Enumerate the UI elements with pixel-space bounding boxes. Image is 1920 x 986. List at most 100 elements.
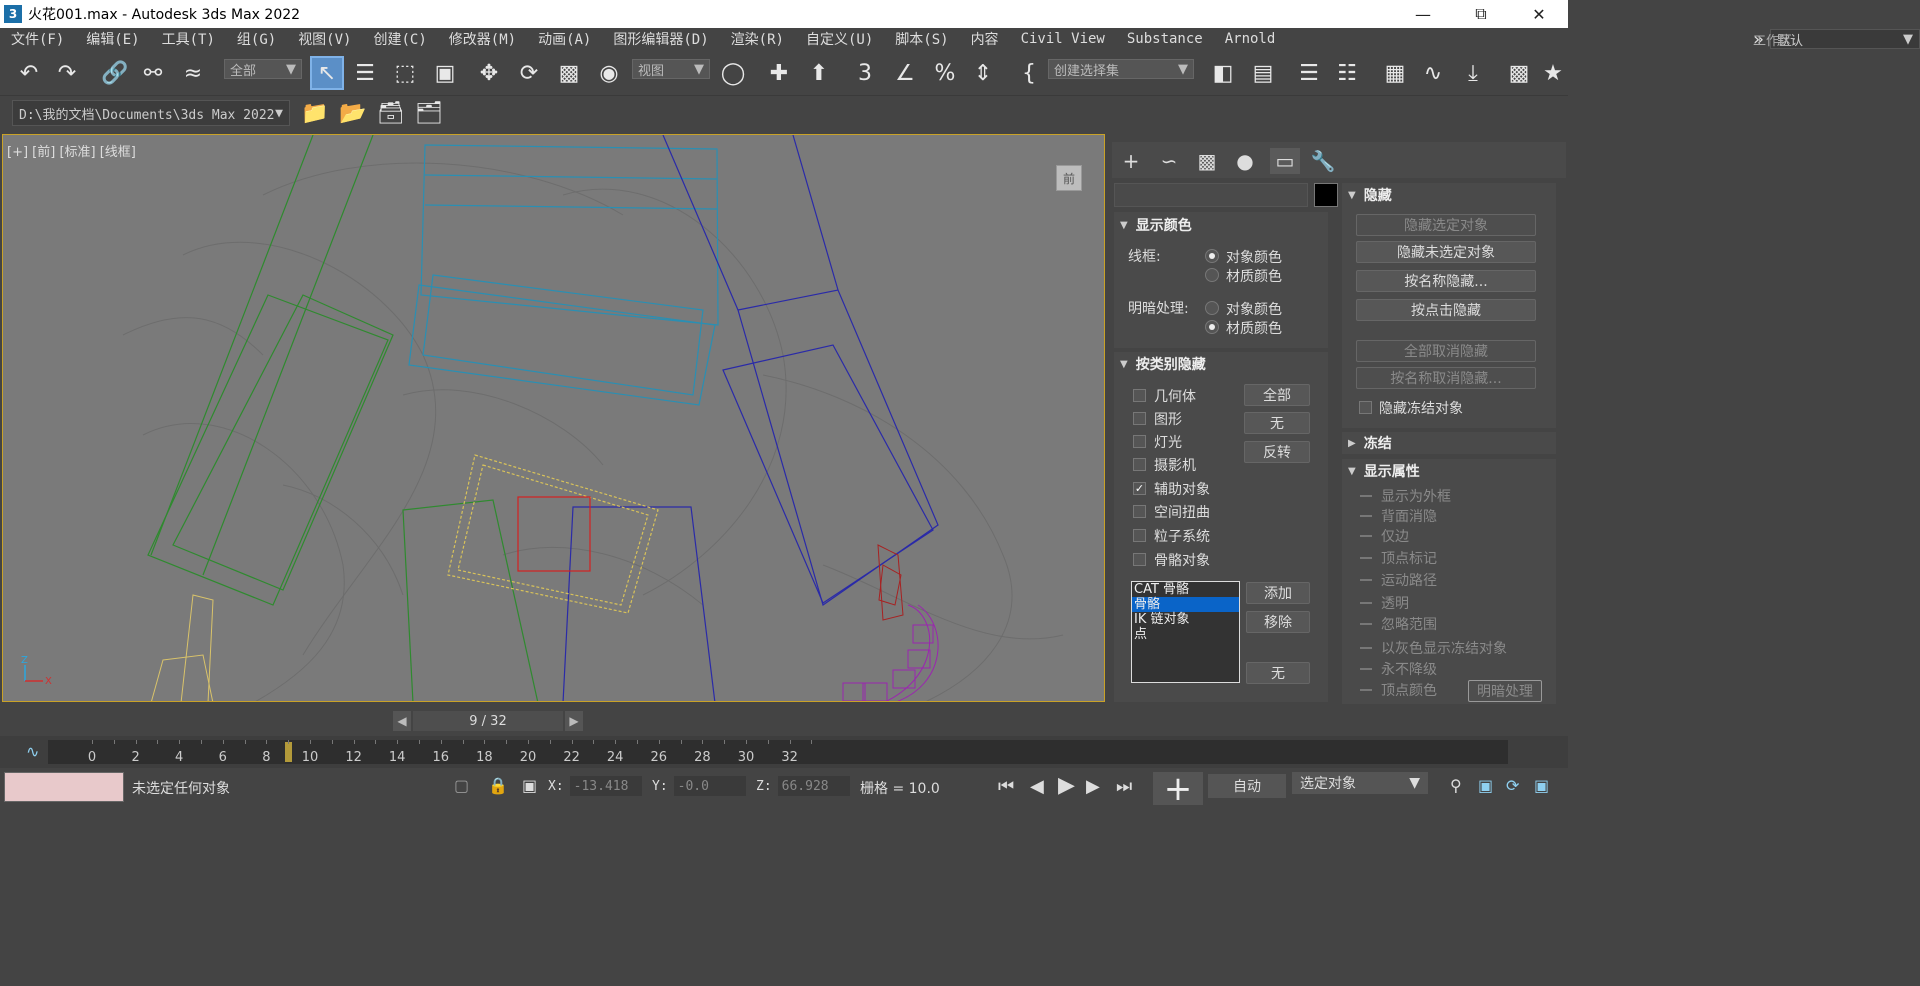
cameras-checkbox[interactable]	[1133, 458, 1146, 471]
search-icon[interactable]: ⚲	[1450, 776, 1462, 795]
prev-frame-arrow-icon[interactable]: ◀	[393, 711, 411, 731]
move-icon[interactable]: ✥	[472, 56, 506, 90]
display-as-box-option[interactable]: 显示为外框	[1360, 486, 1451, 506]
auto-key-button[interactable]: 自动	[1208, 774, 1286, 798]
current-frame-indicator[interactable]	[285, 742, 293, 762]
display-tab-icon[interactable]: ▭	[1270, 148, 1300, 174]
rect-selection-region-icon[interactable]: ⬚	[388, 56, 422, 90]
add-category-button[interactable]: 添加	[1246, 582, 1310, 604]
shaded-button[interactable]: 明暗处理	[1468, 680, 1542, 702]
display-color-header[interactable]: ▼ 显示颜色	[1120, 214, 1192, 236]
project-tree-icon[interactable]: 🗂	[412, 96, 446, 130]
backface-cull-option[interactable]: 背面消隐	[1360, 506, 1437, 526]
zoom-extents-icon[interactable]: ▣	[1478, 776, 1493, 795]
isolate-selection-icon[interactable]: ▢	[454, 776, 469, 795]
selection-lock-icon[interactable]: 🔒	[488, 776, 508, 795]
hide-invert-button[interactable]: 反转	[1244, 441, 1310, 463]
list-item[interactable]: CAT 骨骼	[1132, 582, 1239, 597]
unhide-all-button[interactable]: 全部取消隐藏	[1356, 340, 1536, 362]
previous-frame-icon[interactable]: ◀	[1030, 776, 1044, 797]
track-bar[interactable]: ∿ 0 2 4 6 8 10 12 14 16 18 20 22 24 26 28 30 32	[0, 736, 1568, 768]
next-frame-icon[interactable]: ▶	[1086, 776, 1100, 797]
wire-material-color-radio[interactable]	[1205, 268, 1219, 282]
spinner-snap-icon[interactable]: ⇕	[966, 56, 1000, 90]
viewcube[interactable]: 前	[1056, 165, 1082, 191]
reference-coordinate-dropdown[interactable]: 视图 ▼	[632, 59, 710, 79]
menu-create[interactable]: 创建(C)	[362, 29, 437, 49]
front-viewport[interactable]: [+] [前] [标准] [线框] 前 Z X	[2, 134, 1105, 702]
set-key-icon[interactable]: +	[1153, 769, 1203, 809]
menu-file[interactable]: 文件(F)	[0, 29, 75, 49]
project-folder-icon[interactable]: 📂	[336, 96, 370, 130]
show-frozen-gray-option[interactable]: 以灰色显示冻结对象	[1360, 638, 1507, 658]
link-icon[interactable]: 🔗	[98, 56, 132, 90]
curve-editor-mini-icon[interactable]: ∿	[26, 742, 39, 761]
ribbon-icon[interactable]: ▦	[1378, 56, 1412, 90]
ignore-extents-option[interactable]: 忽略范围	[1360, 614, 1437, 634]
freeze-header[interactable]: ▶ 冻结	[1348, 432, 1392, 454]
go-to-end-icon[interactable]: ⏭	[1116, 776, 1132, 797]
scale-icon[interactable]: ▩	[552, 56, 586, 90]
percent-snap-icon[interactable]: %	[928, 56, 962, 90]
hide-frozen-checkbox[interactable]	[1359, 401, 1372, 414]
menu-group[interactable]: 组(G)	[226, 29, 287, 49]
undo-icon[interactable]: ↶	[12, 56, 46, 90]
menu-edit[interactable]: 编辑(E)	[75, 29, 150, 49]
menu-civil-view[interactable]: Civil View	[1010, 31, 1116, 47]
wire-object-color-radio[interactable]	[1205, 249, 1219, 263]
hide-by-category-header[interactable]: ▼ 按类别隐藏	[1120, 353, 1206, 375]
angle-snap-icon[interactable]: ∠	[888, 56, 922, 90]
select-manipulate-icon[interactable]: ✚	[762, 56, 796, 90]
rotate-icon[interactable]: ⟳	[512, 56, 546, 90]
minimize-button[interactable]: —	[1394, 0, 1452, 28]
hide-by-hit-button[interactable]: 按点击隐藏	[1356, 299, 1536, 321]
menu-modifiers[interactable]: 修改器(M)	[438, 29, 527, 49]
maximize-viewport-icon[interactable]: ▣	[1534, 776, 1549, 795]
orbit-icon[interactable]: ⟳	[1506, 776, 1519, 795]
hide-by-name-button[interactable]: 按名称隐藏...	[1356, 270, 1536, 292]
display-properties-header[interactable]: ▼ 显示属性	[1348, 460, 1420, 482]
shaded-object-color-radio[interactable]	[1205, 301, 1219, 315]
modify-tab-icon[interactable]: ∽	[1154, 148, 1184, 174]
menu-views[interactable]: 视图(V)	[287, 29, 362, 49]
project-settings-icon[interactable]: 📁	[298, 96, 332, 130]
trajectory-option[interactable]: 运动路径	[1360, 570, 1437, 590]
select-by-name-icon[interactable]: ☰	[348, 56, 382, 90]
hierarchy-tab-icon[interactable]: ▩	[1192, 148, 1222, 174]
shapes-checkbox[interactable]	[1133, 412, 1146, 425]
maxscript-listener[interactable]	[4, 772, 124, 802]
project-path-dropdown[interactable]: D:\我的文档\Documents\3ds Max 2022 ▼	[12, 100, 290, 126]
see-through-option[interactable]: 透明	[1360, 593, 1409, 613]
schematic-view-icon[interactable]: ⤓	[1456, 56, 1490, 90]
hide-unselected-button[interactable]: 隐藏未选定对象	[1356, 241, 1536, 263]
helpers-checkbox[interactable]: ✓	[1133, 482, 1146, 495]
unhide-by-name-button[interactable]: 按名称取消隐藏...	[1356, 367, 1536, 389]
create-tab-icon[interactable]: +	[1116, 148, 1146, 174]
bone-objects-checkbox[interactable]	[1133, 553, 1146, 566]
hide-none-button[interactable]: 无	[1244, 412, 1310, 434]
list-item[interactable]: IK 链对象	[1132, 612, 1239, 627]
pivot-center-icon[interactable]: ◯	[716, 56, 750, 90]
curve-editor-icon[interactable]: ∿	[1416, 56, 1450, 90]
remove-category-button[interactable]: 移除	[1246, 611, 1310, 633]
never-degrade-option[interactable]: 永不降级	[1360, 659, 1437, 679]
restore-button[interactable]: ⧉	[1452, 0, 1510, 28]
x-field[interactable]: -13.418	[569, 776, 642, 796]
menu-substance[interactable]: Substance	[1116, 31, 1214, 47]
motion-tab-icon[interactable]: ●	[1230, 148, 1260, 174]
render-setup-icon[interactable]: ★	[1540, 56, 1566, 90]
select-object-icon[interactable]: ↖	[310, 56, 344, 90]
go-to-start-icon[interactable]: ⏮	[998, 776, 1014, 797]
material-editor-icon[interactable]: ▩	[1502, 56, 1536, 90]
none-category-button[interactable]: 无	[1246, 662, 1310, 684]
utilities-tab-icon[interactable]: 🔧	[1308, 148, 1338, 174]
menu-graph-editors[interactable]: 图形编辑器(D)	[602, 29, 719, 49]
viewport-label[interactable]: [+] [前] [标准] [线框]	[7, 141, 136, 160]
scene-explorer-icon[interactable]: ☰	[1292, 56, 1326, 90]
layer-explorer-icon[interactable]: ☷	[1330, 56, 1364, 90]
menu-content[interactable]: 内容	[960, 29, 1010, 49]
named-selection-dropdown[interactable]: 创建选择集 ▼	[1048, 59, 1194, 79]
edit-named-selection-icon[interactable]: {	[1012, 56, 1046, 90]
snaps-toggle-icon[interactable]: 3	[848, 56, 882, 90]
align-icon[interactable]: ▤	[1246, 56, 1280, 90]
